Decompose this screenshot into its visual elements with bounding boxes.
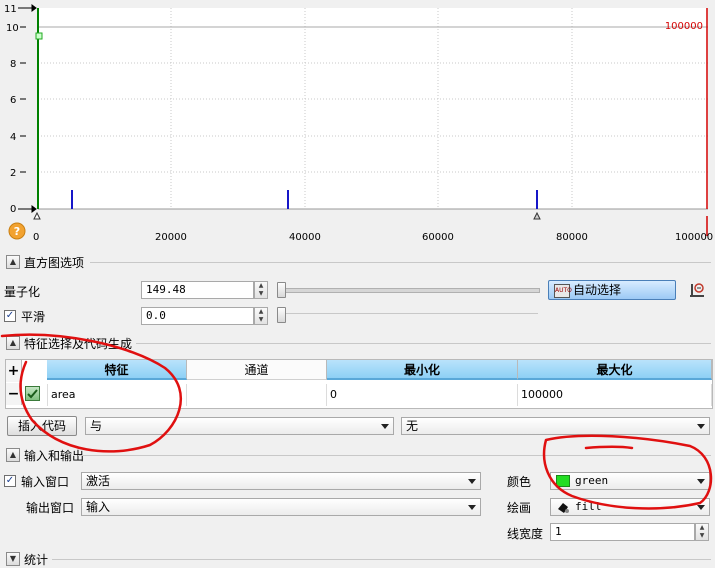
annotation-stroke (584, 445, 634, 450)
annotation-circle-feature (0, 333, 183, 453)
annotation-overlay (0, 333, 713, 510)
